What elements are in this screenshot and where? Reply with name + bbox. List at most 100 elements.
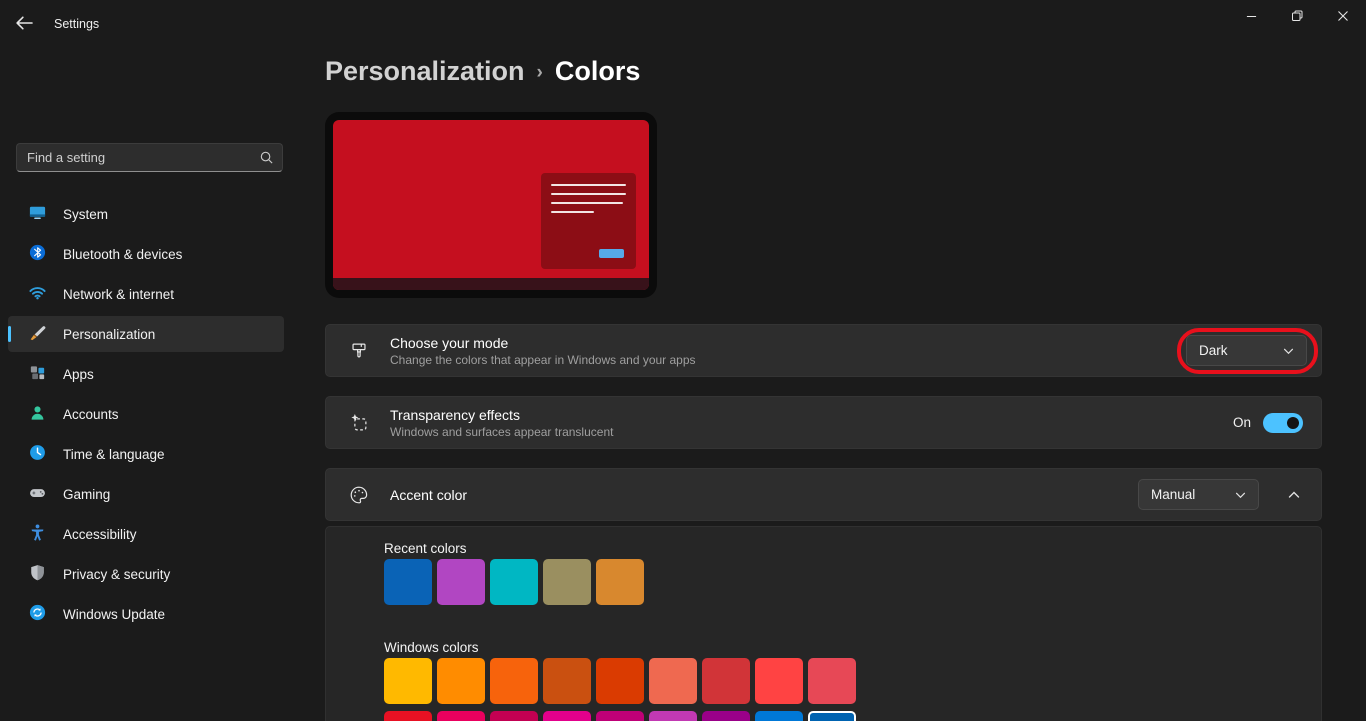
back-arrow-icon xyxy=(14,19,34,34)
personalization-icon xyxy=(28,323,47,345)
chevron-down-icon xyxy=(1235,487,1246,502)
color-swatch[interactable] xyxy=(543,658,591,704)
accounts-icon xyxy=(28,403,47,425)
breadcrumb-parent[interactable]: Personalization xyxy=(325,56,525,87)
sidebar-item-bluetooth-devices[interactable]: Bluetooth & devices xyxy=(8,236,284,272)
accent-expanded-panel: Recent colors Windows colors xyxy=(325,526,1322,721)
color-swatch[interactable] xyxy=(437,559,485,605)
sidebar-item-label: Windows Update xyxy=(63,607,165,622)
collapse-button[interactable] xyxy=(1281,482,1307,508)
color-swatch[interactable] xyxy=(437,658,485,704)
color-swatch[interactable] xyxy=(755,711,803,721)
transparency-subtitle: Windows and surfaces appear translucent xyxy=(390,425,1213,439)
sidebar-item-label: Gaming xyxy=(63,487,110,502)
sidebar-item-label: Network & internet xyxy=(63,287,174,302)
color-swatch[interactable] xyxy=(490,711,538,721)
recent-colors-row xyxy=(384,559,644,605)
selected-color-swatch[interactable] xyxy=(808,711,856,721)
color-swatch[interactable] xyxy=(596,658,644,704)
sidebar-item-gaming[interactable]: Gaming xyxy=(8,476,284,512)
color-swatch[interactable] xyxy=(596,559,644,605)
maximize-button[interactable] xyxy=(1274,0,1320,34)
transparency-icon xyxy=(348,412,370,434)
search-icon xyxy=(259,150,274,170)
sidebar-item-personalization[interactable]: Personalization xyxy=(8,316,284,352)
transparency-toggle[interactable] xyxy=(1263,413,1303,433)
color-swatch[interactable] xyxy=(702,658,750,704)
color-swatch[interactable] xyxy=(490,559,538,605)
preview-accent-button xyxy=(599,249,624,258)
preview-text-line xyxy=(551,211,594,213)
color-swatch[interactable] xyxy=(755,658,803,704)
sidebar-item-system[interactable]: System xyxy=(8,196,284,232)
titlebar: Settings xyxy=(0,0,1366,42)
time-language-icon xyxy=(28,443,47,465)
accent-color-row: Accent color Manual xyxy=(325,468,1322,521)
mode-subtitle: Change the colors that appear in Windows… xyxy=(390,353,1166,367)
sidebar-item-label: Personalization xyxy=(63,327,155,342)
network-icon xyxy=(28,283,47,305)
sidebar-item-label: Accessibility xyxy=(63,527,137,542)
sidebar-item-accounts[interactable]: Accounts xyxy=(8,396,284,432)
preview-window xyxy=(541,173,636,269)
window-controls xyxy=(1228,0,1366,34)
minimize-icon xyxy=(1246,10,1257,25)
bluetooth-icon xyxy=(28,243,47,265)
preview-desktop xyxy=(333,120,649,290)
mode-icon xyxy=(348,340,370,362)
search-input[interactable] xyxy=(16,143,283,172)
main-content: Personalization › Colors Choose your mod… xyxy=(323,42,1366,721)
color-swatch[interactable] xyxy=(543,559,591,605)
close-icon xyxy=(1337,10,1349,25)
sidebar-item-label: Apps xyxy=(63,367,94,382)
maximize-icon xyxy=(1291,10,1303,25)
sidebar-item-network-internet[interactable]: Network & internet xyxy=(8,276,284,312)
color-swatch[interactable] xyxy=(543,711,591,721)
transparency-row: Transparency effects Windows and surface… xyxy=(325,396,1322,449)
color-swatch[interactable] xyxy=(808,658,856,704)
back-button[interactable] xyxy=(13,14,35,34)
sidebar-item-time-language[interactable]: Time & language xyxy=(8,436,284,472)
windows-colors-label: Windows colors xyxy=(384,640,479,655)
accent-color-icon xyxy=(348,484,370,506)
color-swatch[interactable] xyxy=(596,711,644,721)
preview-text-line xyxy=(551,193,626,195)
close-button[interactable] xyxy=(1320,0,1366,34)
accent-dropdown[interactable]: Manual xyxy=(1138,479,1259,510)
sidebar-item-privacy-security[interactable]: Privacy & security xyxy=(8,556,284,592)
app-title: Settings xyxy=(54,17,99,31)
toggle-knob xyxy=(1287,417,1299,429)
preview-text-line xyxy=(551,184,626,186)
color-swatch[interactable] xyxy=(384,559,432,605)
sidebar-item-label: Time & language xyxy=(63,447,165,462)
color-swatch[interactable] xyxy=(437,711,485,721)
sidebar-item-label: Accounts xyxy=(63,407,119,422)
breadcrumb: Personalization › Colors xyxy=(325,56,640,87)
color-swatch[interactable] xyxy=(384,711,432,721)
sidebar-item-label: Bluetooth & devices xyxy=(63,247,182,262)
windows-colors-row xyxy=(384,658,856,704)
windows-update-icon xyxy=(28,603,47,625)
mode-title: Choose your mode xyxy=(390,335,1166,351)
windows-colors-row xyxy=(384,711,856,721)
color-swatch[interactable] xyxy=(384,658,432,704)
color-swatch[interactable] xyxy=(649,658,697,704)
sidebar-item-label: System xyxy=(63,207,108,222)
system-icon xyxy=(28,203,47,225)
color-swatch[interactable] xyxy=(702,711,750,721)
sidebar-item-apps[interactable]: Apps xyxy=(8,356,284,392)
sidebar-item-accessibility[interactable]: Accessibility xyxy=(8,516,284,552)
preview-taskbar xyxy=(333,278,649,290)
color-swatch[interactable] xyxy=(490,658,538,704)
mode-dropdown[interactable]: Dark xyxy=(1186,335,1307,366)
color-swatch[interactable] xyxy=(649,711,697,721)
mode-dropdown-value: Dark xyxy=(1199,343,1228,358)
apps-icon xyxy=(28,363,47,385)
toggle-state-label: On xyxy=(1233,415,1251,430)
privacy-icon xyxy=(28,563,47,585)
sidebar-item-windows-update[interactable]: Windows Update xyxy=(8,596,284,632)
preview-text-line xyxy=(551,202,623,204)
recent-colors-label: Recent colors xyxy=(384,541,467,556)
minimize-button[interactable] xyxy=(1228,0,1274,34)
sidebar-item-label: Privacy & security xyxy=(63,567,170,582)
